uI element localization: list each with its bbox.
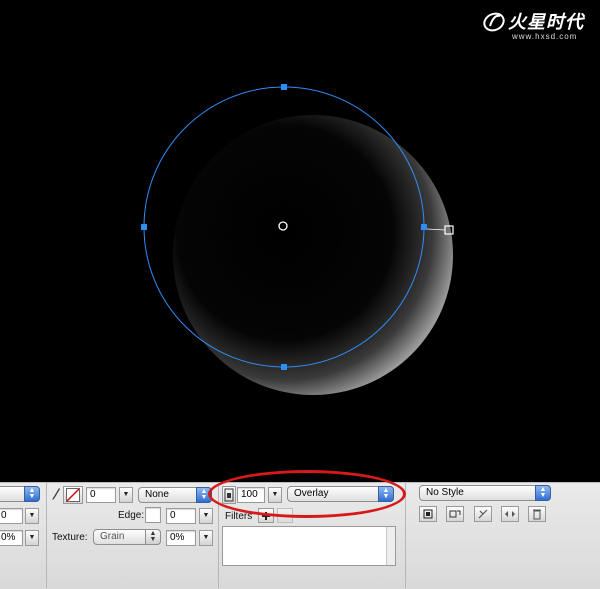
stroke-type-value: None <box>145 489 169 500</box>
path-anchor-top[interactable] <box>281 84 287 90</box>
texture-amount-field[interactable]: 0% <box>166 530 196 546</box>
blend-mode-popup[interactable]: Overlay ▲ ▼ <box>287 486 394 502</box>
break-style-link-button[interactable] <box>474 506 492 522</box>
glow-circle-shape[interactable] <box>173 115 453 395</box>
stroke-size-field[interactable]: 0 <box>86 487 116 503</box>
add-filter-button[interactable] <box>258 508 274 523</box>
texture-popup[interactable]: Grain ▲ ▼ <box>93 529 161 545</box>
panel-divider <box>46 482 47 588</box>
edge-swatch[interactable] <box>145 507 161 523</box>
stroke-color-swatch[interactable] <box>63 486 83 504</box>
edge-label: Edge: <box>118 510 145 521</box>
texture-value: Grain <box>100 531 125 542</box>
style-popup[interactable]: No Style ▲ ▼ <box>419 485 551 501</box>
canvas-artwork <box>141 84 454 395</box>
redefine-style-button[interactable] <box>446 506 464 522</box>
opacity-field[interactable]: 100 <box>237 487 265 503</box>
edge-slider-button[interactable]: ▼ <box>199 508 213 524</box>
remove-filter-button[interactable] <box>277 508 293 523</box>
style-value: No Style <box>426 487 464 498</box>
stroke-size-slider-button[interactable]: ▼ <box>119 487 133 503</box>
trash-icon <box>533 509 541 520</box>
texture-label: Texture: <box>52 532 88 543</box>
flame-logo-icon <box>483 12 505 32</box>
path-anchor-left[interactable] <box>141 224 147 230</box>
document-canvas[interactable]: 火星时代 www.hxsd.com <box>0 0 600 482</box>
panel-divider <box>218 482 219 588</box>
left-value-field[interactable]: 0 <box>0 508 23 524</box>
path-anchor-bottom[interactable] <box>281 364 287 370</box>
panel-divider <box>405 482 406 588</box>
opacity-icon <box>224 488 234 502</box>
filters-list[interactable] <box>222 526 396 566</box>
texture-amount-slider-button[interactable]: ▼ <box>199 530 213 546</box>
delete-style-button[interactable] <box>528 506 546 522</box>
redefine-style-icon <box>449 510 461 518</box>
left-percent-field[interactable]: 0% <box>0 530 23 546</box>
add-filter-icon <box>262 512 270 520</box>
edge-value-field[interactable]: 0 <box>166 508 196 524</box>
path-anchor-right[interactable] <box>421 224 427 230</box>
opacity-slider-button[interactable]: ▼ <box>268 487 282 503</box>
popup-arrows-icon: ▲ ▼ <box>145 529 161 545</box>
filters-list-scrollbar[interactable] <box>386 527 395 565</box>
left-percent-dropdown-button[interactable]: ▼ <box>25 530 39 546</box>
watermark-url: www.hxsd.com <box>512 32 578 41</box>
left-clipped-popup[interactable]: ▲ ▼ <box>0 486 40 502</box>
style-options-button[interactable] <box>501 506 519 522</box>
pencil-icon <box>52 488 60 500</box>
watermark-logo-text: 火星时代 <box>508 12 584 33</box>
break-link-icon <box>478 509 488 519</box>
popup-arrows-icon: ▲ ▼ <box>24 486 40 502</box>
popup-arrows-icon: ▲ ▼ <box>196 487 212 503</box>
new-style-button[interactable] <box>419 506 437 522</box>
new-style-icon <box>423 509 433 519</box>
stroke-color-icon <box>66 488 80 502</box>
popup-arrows-icon: ▲ ▼ <box>535 485 551 501</box>
blend-mode-value: Overlay <box>294 488 329 499</box>
style-options-icon <box>505 511 515 517</box>
filters-label: Filters <box>225 511 253 522</box>
stroke-type-popup[interactable]: None ▲ ▼ <box>138 487 212 503</box>
opacity-toggle[interactable] <box>222 486 236 504</box>
popup-arrows-icon: ▲ ▼ <box>378 486 394 502</box>
left-value-dropdown-button[interactable]: ▼ <box>25 508 39 524</box>
watermark: 火星时代 www.hxsd.com <box>482 6 592 46</box>
